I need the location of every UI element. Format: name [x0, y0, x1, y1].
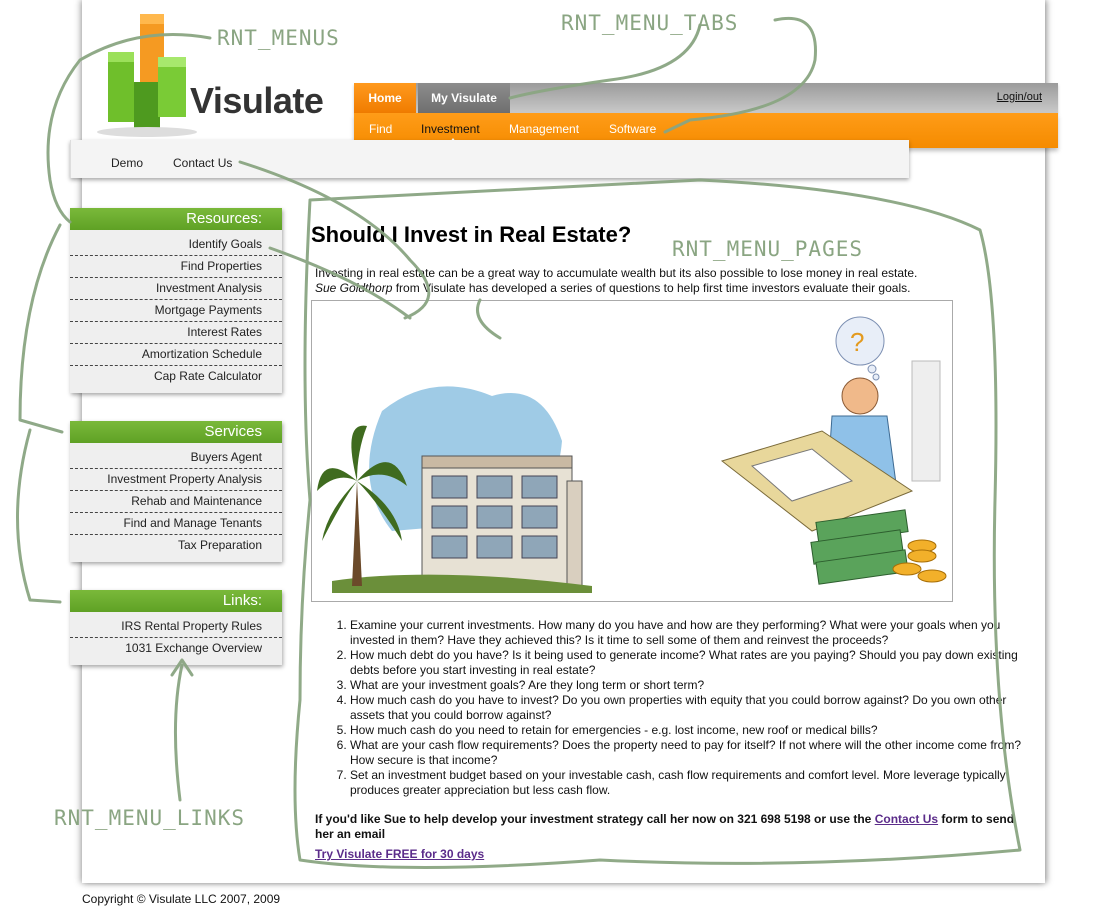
contact-us-link[interactable]: Contact Us: [875, 812, 938, 826]
sidebar-item-tax-preparation[interactable]: Tax Preparation: [70, 535, 282, 556]
list-item: Examine your current investments. How ma…: [350, 618, 1040, 648]
annotation-rnt-menu-pages: RNT_MENU_PAGES: [672, 237, 864, 261]
copyright-footer: Copyright © Visulate LLC 2007, 2009: [82, 892, 281, 906]
sidebar-resources-title: Resources:: [70, 208, 282, 230]
tab-home[interactable]: Home: [354, 83, 416, 113]
logo-bars-icon: [97, 14, 197, 137]
svg-text:?: ?: [850, 327, 864, 357]
intro-text-1: Investing in real estate can be a great …: [315, 266, 918, 280]
sidebar-item-irs-rules[interactable]: IRS Rental Property Rules: [70, 616, 282, 638]
sidebar-links: Links: IRS Rental Property Rules 1031 Ex…: [70, 590, 282, 665]
main-tabs-bar: Home My Visulate Login/out: [354, 83, 1058, 113]
sidebar-item-mortgage-payments[interactable]: Mortgage Payments: [70, 300, 282, 322]
page-link-demo[interactable]: Demo: [111, 156, 143, 170]
brand-name: Visulate: [190, 80, 324, 121]
annotation-rnt-menu-links: RNT_MENU_LINKS: [54, 806, 246, 830]
annotation-rnt-menus: RNT_MENUS: [217, 26, 340, 50]
list-item: Set an investment budget based on your i…: [350, 768, 1040, 798]
free-trial-link[interactable]: Try Visulate FREE for 30 days: [315, 847, 484, 861]
page-link-contact-us[interactable]: Contact Us: [173, 156, 232, 170]
sidebar-item-identify-goals[interactable]: Identify Goals: [70, 234, 282, 256]
sidebar-services-title: Services: [70, 421, 282, 443]
investment-questions-list: Examine your current investments. How ma…: [332, 618, 1040, 798]
sidebar-item-find-properties[interactable]: Find Properties: [70, 256, 282, 278]
intro-text-2: from Visulate has developed a series of …: [392, 281, 911, 295]
sidebar-item-buyers-agent[interactable]: Buyers Agent: [70, 447, 282, 469]
sidebar-item-1031-exchange[interactable]: 1031 Exchange Overview: [70, 638, 282, 659]
page-title: Should I Invest in Real Estate?: [311, 222, 632, 247]
login-logout-link[interactable]: Login/out: [997, 91, 1042, 103]
hero-illustration-art: ?: [317, 316, 947, 593]
list-item: How much debt do you have? Is it being u…: [350, 648, 1040, 678]
sidebar-item-cap-rate-calculator[interactable]: Cap Rate Calculator: [70, 366, 282, 387]
list-item: What are your cash flow requirements? Do…: [350, 738, 1040, 768]
sidebar-item-interest-rates[interactable]: Interest Rates: [70, 322, 282, 344]
sidebar-item-investment-property-analysis[interactable]: Investment Property Analysis: [70, 469, 282, 491]
sidebar-services: Services Buyers Agent Investment Propert…: [70, 421, 282, 562]
intro-paragraph: Investing in real estate can be a great …: [315, 266, 955, 296]
sidebar-links-title: Links:: [70, 590, 282, 612]
list-item: What are your investment goals? Are they…: [350, 678, 1040, 693]
call-to-action: If you'd like Sue to help develop your i…: [315, 812, 1025, 842]
tab-my-visulate[interactable]: My Visulate: [418, 83, 510, 113]
hero-illustration: ?: [311, 300, 953, 602]
intro-author-name: Sue Goldthorp: [315, 281, 393, 295]
sidebar-item-amortization-schedule[interactable]: Amortization Schedule: [70, 344, 282, 366]
sidebar-item-investment-analysis[interactable]: Investment Analysis: [70, 278, 282, 300]
annotation-rnt-menu-tabs: RNT_MENU_TABS: [561, 11, 739, 35]
cta-text-before: If you'd like Sue to help develop your i…: [315, 812, 875, 826]
sidebar-item-rehab-maintenance[interactable]: Rehab and Maintenance: [70, 491, 282, 513]
list-item: How much cash do you have to invest? Do …: [350, 693, 1040, 723]
sidebar-resources: Resources: Identify Goals Find Propertie…: [70, 208, 282, 393]
pages-menu-bar: Demo Contact Us: [70, 140, 909, 178]
list-item: How much cash do you need to retain for …: [350, 723, 1040, 738]
sidebar-item-find-manage-tenants[interactable]: Find and Manage Tenants: [70, 513, 282, 535]
